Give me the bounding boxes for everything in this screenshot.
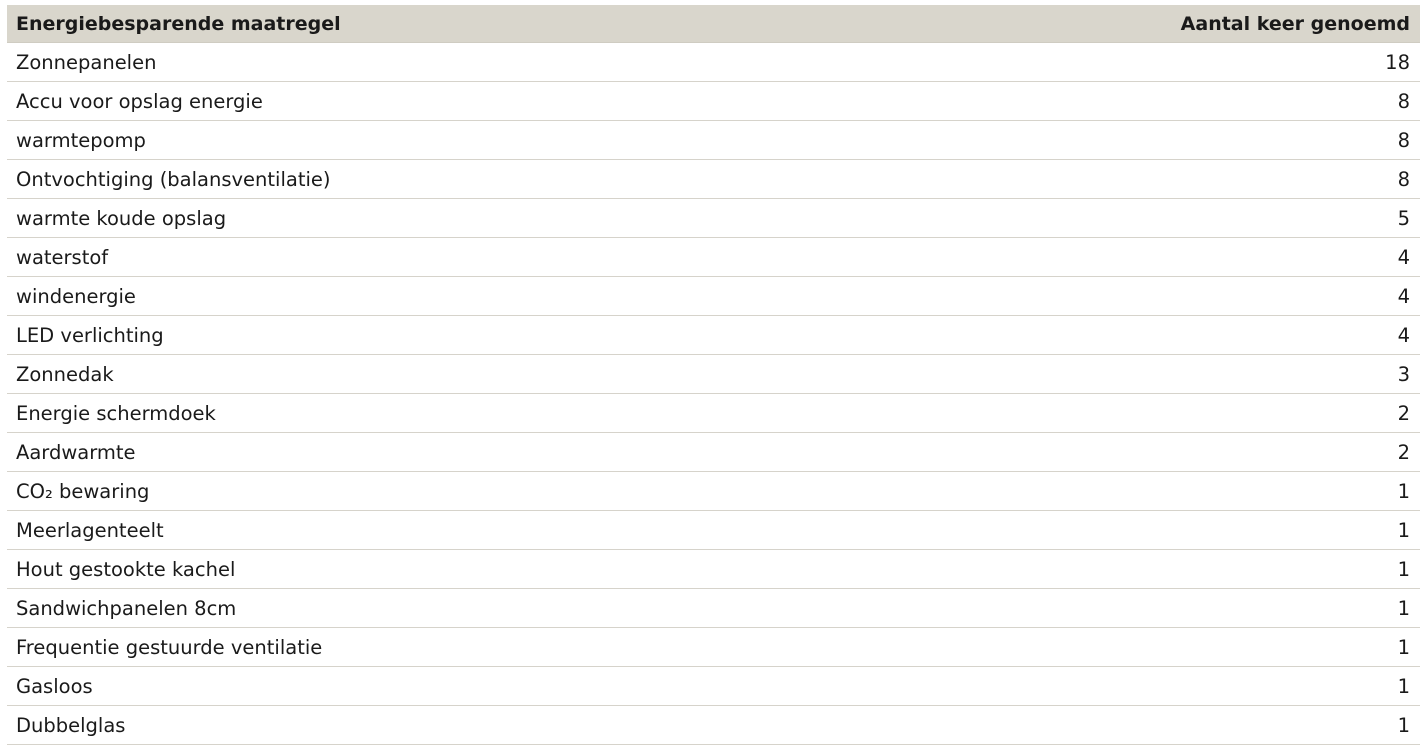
header-row: Energiebesparende maatregel Aantal keer … — [7, 5, 1420, 43]
table-body: Zonnepanelen 18 Accu voor opslag energie 8… — [7, 42, 1420, 745]
cell-count: 5 — [925, 198, 1420, 238]
cell-count: 3 — [925, 354, 1420, 394]
cell-measure: Zonnedak — [7, 354, 926, 394]
cell-measure: Zonnepanelen — [7, 42, 926, 82]
header-count: Aantal keer genoemd — [925, 5, 1420, 43]
cell-measure: CO₂ bewaring — [7, 471, 926, 511]
cell-count: 4 — [925, 315, 1420, 355]
cell-count: 18 — [925, 42, 1420, 82]
cell-measure: Aardwarmte — [7, 432, 926, 472]
table-row: Gasloos 1 — [7, 666, 1420, 706]
cell-measure: Energie schermdoek — [7, 393, 926, 433]
table-row: Sandwichpanelen 8cm 1 — [7, 588, 1420, 628]
cell-count: 4 — [925, 237, 1420, 277]
cell-count: 1 — [925, 705, 1420, 745]
table-row: Accu voor opslag energie 8 — [7, 81, 1420, 121]
table-row: Zonnepanelen 18 — [7, 42, 1420, 82]
cell-count: 2 — [925, 393, 1420, 433]
cell-measure: Meerlagenteelt — [7, 510, 926, 550]
cell-measure: warmte koude opslag — [7, 198, 926, 238]
header-measure: Energiebesparende maatregel — [7, 5, 926, 43]
cell-measure: Accu voor opslag energie — [7, 81, 926, 121]
cell-count: 1 — [925, 471, 1420, 511]
table-row: Ontvochtiging (balansventilatie) 8 — [7, 159, 1420, 199]
cell-count: 4 — [925, 276, 1420, 316]
table-row: waterstof 4 — [7, 237, 1420, 277]
cell-count: 1 — [925, 549, 1420, 589]
table-row: LED verlichting 4 — [7, 315, 1420, 355]
table-header: Energiebesparende maatregel Aantal keer … — [7, 5, 1420, 43]
table-row: Energie schermdoek 2 — [7, 393, 1420, 433]
cell-count: 8 — [925, 120, 1420, 160]
cell-measure: LED verlichting — [7, 315, 926, 355]
energy-measures-table: Energiebesparende maatregel Aantal keer … — [7, 5, 1420, 745]
table-row: windenergie 4 — [7, 276, 1420, 316]
table-row: Aardwarmte 2 — [7, 432, 1420, 472]
table-row: CO₂ bewaring 1 — [7, 471, 1420, 511]
cell-count: 8 — [925, 159, 1420, 199]
cell-count: 8 — [925, 81, 1420, 121]
table-row: warmte koude opslag 5 — [7, 198, 1420, 238]
table-row: Hout gestookte kachel 1 — [7, 549, 1420, 589]
cell-measure: Hout gestookte kachel — [7, 549, 926, 589]
cell-measure: Gasloos — [7, 666, 926, 706]
cell-count: 1 — [925, 666, 1420, 706]
cell-measure: Ontvochtiging (balansventilatie) — [7, 159, 926, 199]
cell-measure: windenergie — [7, 276, 926, 316]
table-row: Meerlagenteelt 1 — [7, 510, 1420, 550]
table-row: warmtepomp 8 — [7, 120, 1420, 160]
table-row: Frequentie gestuurde ventilatie 1 — [7, 627, 1420, 667]
measures-table-container: Energiebesparende maatregel Aantal keer … — [7, 5, 1420, 745]
cell-count: 1 — [925, 627, 1420, 667]
cell-measure: Sandwichpanelen 8cm — [7, 588, 926, 628]
cell-measure: Frequentie gestuurde ventilatie — [7, 627, 926, 667]
cell-count: 1 — [925, 588, 1420, 628]
cell-count: 2 — [925, 432, 1420, 472]
cell-measure: Dubbelglas — [7, 705, 926, 745]
cell-measure: waterstof — [7, 237, 926, 277]
table-row: Dubbelglas 1 — [7, 705, 1420, 745]
table-row: Zonnedak 3 — [7, 354, 1420, 394]
cell-measure: warmtepomp — [7, 120, 926, 160]
cell-count: 1 — [925, 510, 1420, 550]
